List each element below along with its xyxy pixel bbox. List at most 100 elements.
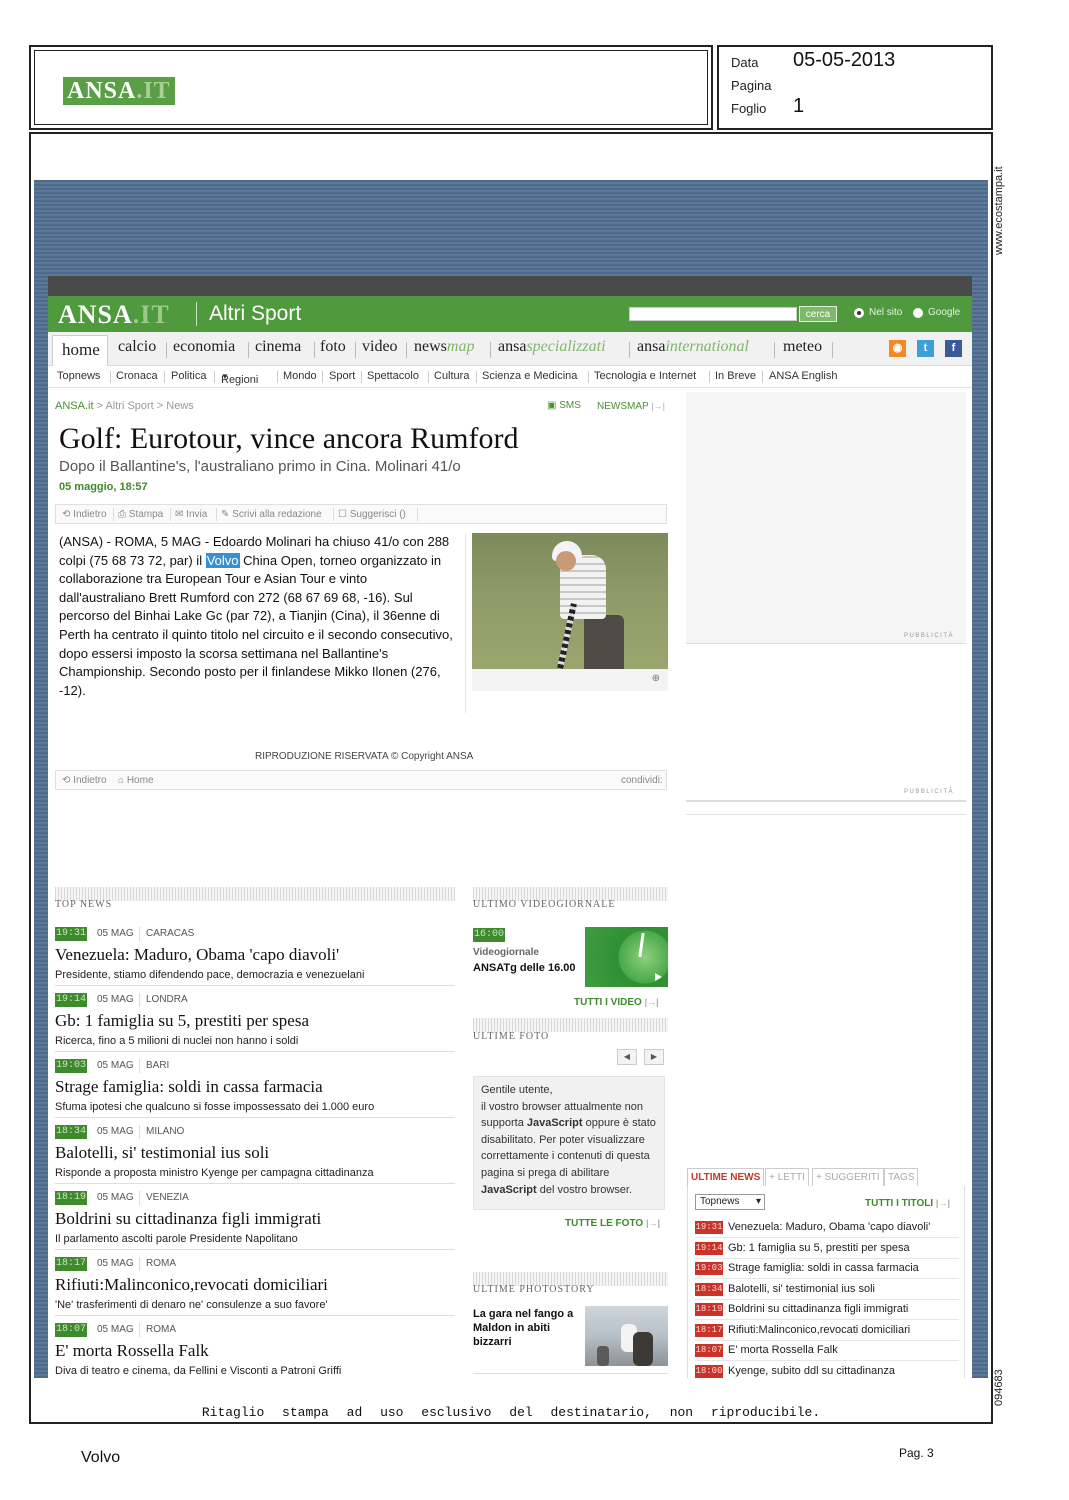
news-headline[interactable]: Gb: 1 famiglia su 5, prestiti per spesa (55, 1011, 309, 1031)
subnav-ansaenglish[interactable]: ANSA English (769, 370, 837, 382)
ultime-headline[interactable]: E' morta Rossella Falk (728, 1344, 838, 1356)
subnav-politica[interactable]: Politica (171, 370, 206, 382)
nav-ansainternational[interactable]: ansainternational (637, 338, 749, 356)
subnav-regioni[interactable]: Regioni ▼ (221, 370, 258, 386)
radio-google[interactable] (913, 308, 923, 318)
all-titles-label: TUTTI I TITOLI (865, 1198, 934, 1209)
news-headline[interactable]: E' morta Rossella Falk (55, 1341, 209, 1361)
ultime-news-item[interactable]: 19:14 Gb: 1 famiglia su 5, prestiti per s… (695, 1239, 959, 1259)
tab-ultime-news[interactable]: ULTIME NEWS (687, 1168, 765, 1186)
all-photos-link[interactable]: TUTTE LE FOTO |→| (565, 1218, 660, 1229)
video-thumbnail[interactable] (585, 927, 668, 987)
prev-photo-button[interactable]: ◀ (617, 1049, 637, 1065)
ultime-headline[interactable]: Balotelli, si' testimonial ius soli (728, 1283, 875, 1295)
ultime-news-item[interactable]: 18:17 Rifiuti:Malinconico,revocati domici… (695, 1321, 959, 1341)
all-titles-link[interactable]: TUTTI I TITOLI |→| (865, 1198, 950, 1209)
subnav-sport[interactable]: Sport (329, 370, 355, 382)
news-time: 18:34 (55, 1125, 87, 1139)
top-news-item[interactable]: 18:34 05 MAG MILANO Balotelli, si' testimon… (55, 1125, 455, 1191)
video-subtitle[interactable]: ANSATg delle 16.00 (473, 962, 576, 974)
zoom-icon[interactable]: ⊕ (652, 673, 660, 684)
news-meta-sep (139, 927, 140, 941)
nav-cinema[interactable]: cinema (255, 338, 301, 356)
news-headline[interactable]: Balotelli, si' testimonial ius soli (55, 1143, 269, 1163)
photostory-caption[interactable]: La gara nel fango a Maldon in abiti bizz… (473, 1307, 583, 1349)
breadcrumb-home[interactable]: ANSA.it (55, 400, 94, 412)
news-description: Ricerca, fino a 5 milioni di nuclei non … (55, 1035, 299, 1047)
ultime-headline[interactable]: Rifiuti:Malinconico,revocati domiciliari (728, 1324, 910, 1336)
ad-banner-top[interactable] (686, 392, 966, 644)
ultime-headline[interactable]: Boldrini su cittadinanza figli immigrati (728, 1303, 908, 1315)
subnav-scienza[interactable]: Scienza e Medicina (482, 370, 577, 382)
newsmap-link[interactable]: NEWSMAP |→| (597, 401, 665, 412)
ultime-news-item[interactable]: 18:00 Kyenge, subito ddl su cittadinanza (695, 1362, 959, 1379)
ultime-headline[interactable]: Kyenge, subito ddl su cittadinanza (728, 1365, 895, 1377)
top-news-item[interactable]: 18:19 05 MAG VENEZIA Boldrini su cittadinan… (55, 1191, 455, 1257)
arrow-right-icon: |→| (935, 1198, 950, 1208)
nav-home[interactable]: home (62, 340, 100, 360)
top-news-item[interactable]: 19:14 05 MAG LONDRA Gb: 1 famiglia su 5, pr… (55, 993, 455, 1059)
top-news-item[interactable]: 19:03 05 MAG BARI Strage famiglia: soldi in… (55, 1059, 455, 1125)
ultime-news-item[interactable]: 19:03 Strage famiglia: soldi in cassa far… (695, 1259, 959, 1279)
rss-icon[interactable]: ◉ (889, 340, 906, 357)
subnav-inbreve[interactable]: In Breve (715, 370, 756, 382)
subnav-mondo[interactable]: Mondo (283, 370, 317, 382)
ultime-news-item[interactable]: 18:19 Boldrini su cittadinanza figli immi… (695, 1300, 959, 1320)
subnav-spettacolo[interactable]: Spettacolo (367, 370, 419, 382)
suggest-label: Suggerisci () (349, 509, 406, 520)
nav-video[interactable]: video (362, 338, 398, 356)
play-icon (655, 973, 662, 981)
top-news-item[interactable]: 19:31 05 MAG CARACAS Venezuela: Maduro, Oba… (55, 927, 455, 993)
news-headline[interactable]: Strage famiglia: soldi in cassa farmacia (55, 1077, 323, 1097)
tab-suggeriti[interactable]: + SUGGERITI (812, 1168, 884, 1186)
nav-foto[interactable]: foto (320, 338, 346, 356)
tab-letti[interactable]: + LETTI (765, 1168, 809, 1186)
write-link[interactable]: ✎ Scrivi alla redazione (221, 509, 322, 520)
next-photo-button[interactable]: ▶ (644, 1049, 664, 1065)
ultime-news-item[interactable]: 18:34 Balotelli, si' testimonial ius soli (695, 1280, 959, 1300)
news-headline[interactable]: Boldrini su cittadinanza figli immigrati (55, 1209, 321, 1229)
nav-economia[interactable]: economia (173, 338, 235, 356)
twitter-icon[interactable]: t (917, 340, 934, 357)
home-link-bottom[interactable]: ⌂ Home (118, 775, 154, 786)
search-input[interactable] (629, 307, 797, 321)
site-logo[interactable]: ANSA.IT (58, 300, 170, 330)
subnav-cultura[interactable]: Cultura (434, 370, 469, 382)
sms-link[interactable]: ▣ SMS (547, 400, 581, 411)
article-toolbar: ⟲ Indietro ⎙ Stampa ✉ Invia ✎ Scrivi all… (55, 504, 667, 524)
back-link[interactable]: ⟲ Indietro (62, 509, 107, 520)
radio-site[interactable] (854, 308, 864, 318)
nav-newsmap[interactable]: newsmap (414, 338, 474, 356)
search-button[interactable]: cerca (799, 306, 837, 322)
ultime-news-item[interactable]: 18:07 E' morta Rossella Falk (695, 1341, 959, 1361)
subnav-cronaca[interactable]: Cronaca (116, 370, 158, 382)
ultime-category-select[interactable]: Topnews (695, 1194, 765, 1210)
nav-ansaspecializzati[interactable]: ansaspecializzati (498, 338, 606, 356)
print-link[interactable]: ⎙ Stampa (118, 509, 163, 520)
tab-tags[interactable]: TAGS (884, 1168, 919, 1186)
ultime-headline[interactable]: Gb: 1 famiglia su 5, prestiti per spesa (728, 1242, 910, 1254)
send-link[interactable]: ✉ Invia (175, 509, 207, 520)
news-headline[interactable]: Rifiuti:Malinconico,revocati domiciliari (55, 1275, 328, 1295)
all-videos-link[interactable]: TUTTI I VIDEO |→| (574, 997, 659, 1008)
back-link-bottom[interactable]: ⟲ Indietro (62, 775, 107, 786)
ultime-headline[interactable]: Strage famiglia: soldi in cassa farmacia (728, 1262, 919, 1274)
photostory-thumbnail[interactable] (585, 1306, 668, 1366)
nav-meteo[interactable]: meteo (783, 338, 822, 356)
subnav-topnews[interactable]: Topnews (57, 370, 100, 382)
article-photo[interactable] (472, 533, 668, 669)
ultime-headline[interactable]: Venezuela: Maduro, Obama 'capo diavoli' (728, 1221, 930, 1233)
facebook-icon[interactable]: f (945, 340, 962, 357)
subnav-tecnologia[interactable]: Tecnologia e Internet (594, 370, 696, 382)
news-headline[interactable]: Venezuela: Maduro, Obama 'capo diavoli' (55, 945, 339, 965)
top-news-item[interactable]: 18:17 05 MAG ROMA Rifiuti:Malinconico,revoc… (55, 1257, 455, 1323)
ultime-time: 18:00 (695, 1364, 723, 1378)
news-meta-sep (139, 993, 140, 1007)
breadcrumb-rest[interactable]: > Altri Sport > News (94, 400, 194, 412)
top-news-item[interactable]: 18:07 05 MAG ROMA E' morta Rossella Falk Div… (55, 1323, 455, 1378)
suggest-link[interactable]: ☐ Suggerisci () (338, 509, 406, 520)
ultime-news-item[interactable]: 19:31 Venezuela: Maduro, Obama 'capo diav… (695, 1218, 959, 1238)
nav-calcio[interactable]: calcio (118, 338, 156, 356)
nav-ansaspec-a: ansa (498, 338, 527, 355)
news-meta-sep (139, 1191, 140, 1205)
